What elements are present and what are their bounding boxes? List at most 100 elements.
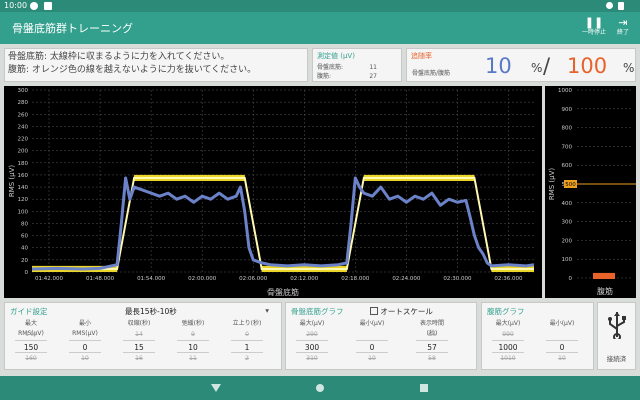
guide-column-label: 弛緩(秒) [181,320,205,327]
pgraph-column[interactable]: 最小(μV) 0 10 [356,319,388,364]
pgraph-column[interactable]: 最大(μV) 290 300 310 [296,319,328,364]
agraph-prev-value[interactable] [546,329,578,340]
pgraph-column-label: 表示時間(秒) [419,320,444,337]
measured-panel: 測定値 (μV) 骨盤底筋: 11 腹筋: 27 [312,48,402,82]
x-tick-label: 01:42.000 [35,276,64,282]
abdominal-bar [593,272,615,279]
app-bar: 骨盤底筋群トレーニング ❚❚ 一時停止 ⇥ 終了 [0,12,640,44]
guide-column[interactable]: 最小RMS(μV) 0 10 [69,319,101,364]
pgraph-header: 骨盤底筋グラフ [291,307,344,316]
y-tick-label: 260 [18,112,29,118]
abdominal-chart-svg: 01002003004005006007008009001000500RMS (… [548,88,636,296]
exit-label: 終了 [616,29,629,36]
usb-status-panel[interactable]: 接続済 [597,302,636,370]
battery-icon [618,2,624,10]
pgraph-column-label: 最大(μV) [299,320,325,327]
agraph-next-value[interactable]: 1010 [492,353,524,364]
guide-column[interactable]: 立上り(秒) 0 1 2 [231,319,263,364]
checkbox-icon [370,307,378,315]
pgraph-prev-value[interactable]: 290 [296,329,328,340]
guide-next-value[interactable]: 11 [177,353,209,364]
guide-prev-value[interactable]: 9 [177,329,209,340]
x-tick-label: 02:18.000 [341,276,370,282]
guide-current-value[interactable]: 15 [123,340,155,353]
guide-next-value[interactable]: 10 [69,353,101,364]
x-tick-label: 02:24.000 [392,276,421,282]
pgraph-current-value[interactable]: 57 [416,340,448,353]
agraph-column[interactable]: 最大(μV) 990 1000 1010 [492,319,524,364]
instruction-line-1: 骨盤底筋: 太線枠に収まるように力を入れてください。 [8,52,230,62]
y-tick-label: 0 [569,276,573,282]
exit-icon: ⇥ [618,16,628,29]
y-tick-label: 200 [562,238,573,244]
y-tick-label: 140 [18,185,29,191]
guide-next-value[interactable]: 160 [15,353,47,364]
guide-band [32,174,534,272]
pgraph-current-value[interactable]: 0 [356,340,388,353]
instruction-panel: 骨盤底筋: 太線枠に収まるように力を入れてください。 腹筋: オレンジ色の線を越… [4,48,308,82]
x-tick-label: 02:30.000 [443,276,472,282]
guide-current-value[interactable]: 0 [69,340,101,353]
pgraph-next-value[interactable]: 10 [356,353,388,364]
y-tick-label: 60 [21,234,28,240]
y-tick-label: 160 [18,173,29,179]
agraph-column-label: 最大(μV) [495,320,521,327]
y-tick-label: 180 [18,161,29,167]
x-tick-label: 01:54.000 [137,276,166,282]
y-tick-label: 80 [21,221,28,227]
agraph-prev-value[interactable]: 990 [492,329,524,340]
abdominal-chart: 01002003004005006007008009001000500RMS (… [545,86,636,298]
agraph-column[interactable]: 最小(μV) 0 10 [546,319,578,364]
pgraph-prev-value[interactable] [356,329,388,340]
x-tick-label: 02:00.000 [188,276,217,282]
guide-column-label: 収縮(秒) [127,320,151,327]
y-tick-label: 100 [562,257,573,263]
exit-button[interactable]: ⇥ 終了 [609,16,637,37]
guide-current-value[interactable]: 150 [15,340,47,353]
x-tick-label: 02:36.000 [494,276,523,282]
threshold-label: 500 [565,182,576,188]
agraph-current-value[interactable]: 1000 [492,340,524,353]
emg-series-line [31,176,535,271]
achievement-abdominal-value: 100 [567,54,608,78]
home-icon[interactable] [315,383,325,393]
pgraph-next-value[interactable]: 310 [296,353,328,364]
agraph-current-value[interactable]: 0 [546,340,578,353]
achievement-pelvic-value: 10 [485,54,512,78]
agraph-next-value[interactable]: 10 [546,353,578,364]
guide-prev-value[interactable]: 0 [231,329,263,340]
pause-label: 一時停止 [581,29,606,36]
achievement-unit-1: % [531,61,543,75]
guide-current-value[interactable]: 10 [177,340,209,353]
guide-next-value[interactable]: 16 [123,353,155,364]
usb-icon [608,312,626,339]
guide-column[interactable]: 弛緩(秒) 9 10 11 [177,319,209,364]
x-tick-label: 01:48.000 [86,276,115,282]
autoscale-checkbox[interactable]: オートスケール [370,306,433,317]
pause-button[interactable]: ❚❚ 一時停止 [580,16,608,37]
pgraph-current-value[interactable]: 300 [296,340,328,353]
status-time: 10:00 [4,1,28,10]
guide-next-value[interactable]: 2 [231,353,263,364]
guide-column[interactable]: 最大RMS(μV) 140 150 160 [15,319,47,364]
guide-column[interactable]: 収縮(秒) 14 15 16 [123,319,155,364]
recents-icon[interactable] [419,383,429,393]
wifi-icon [606,2,613,9]
y-tick-label: 200 [18,149,29,155]
notification-dot-icon [30,2,38,10]
agraph-header: 腹筋グラフ [487,307,525,316]
pgraph-next-value[interactable]: 58 [416,353,448,364]
achievement-sub: 骨盤底筋/腹筋 [412,70,451,77]
back-icon[interactable] [211,383,221,393]
guide-band-center [32,176,534,270]
pgraph-column[interactable]: 表示時間(秒) 56 57 58 [416,319,448,364]
y-tick-label: 800 [562,126,573,132]
guide-prev-value[interactable]: 14 [123,329,155,340]
guide-mode-select[interactable]: 最長15秒-10秒 ▾ [125,306,275,317]
dropdown-arrow-icon: ▾ [265,306,269,315]
pgraph-prev-value[interactable]: 56 [416,329,448,340]
y-tick-label: 220 [18,137,29,143]
guide-current-value[interactable]: 1 [231,340,263,353]
app-title: 骨盤底筋群トレーニング [12,22,133,35]
achievement-panel: 追随率 骨盤底筋/腹筋 10 % / 100 % [406,48,636,82]
